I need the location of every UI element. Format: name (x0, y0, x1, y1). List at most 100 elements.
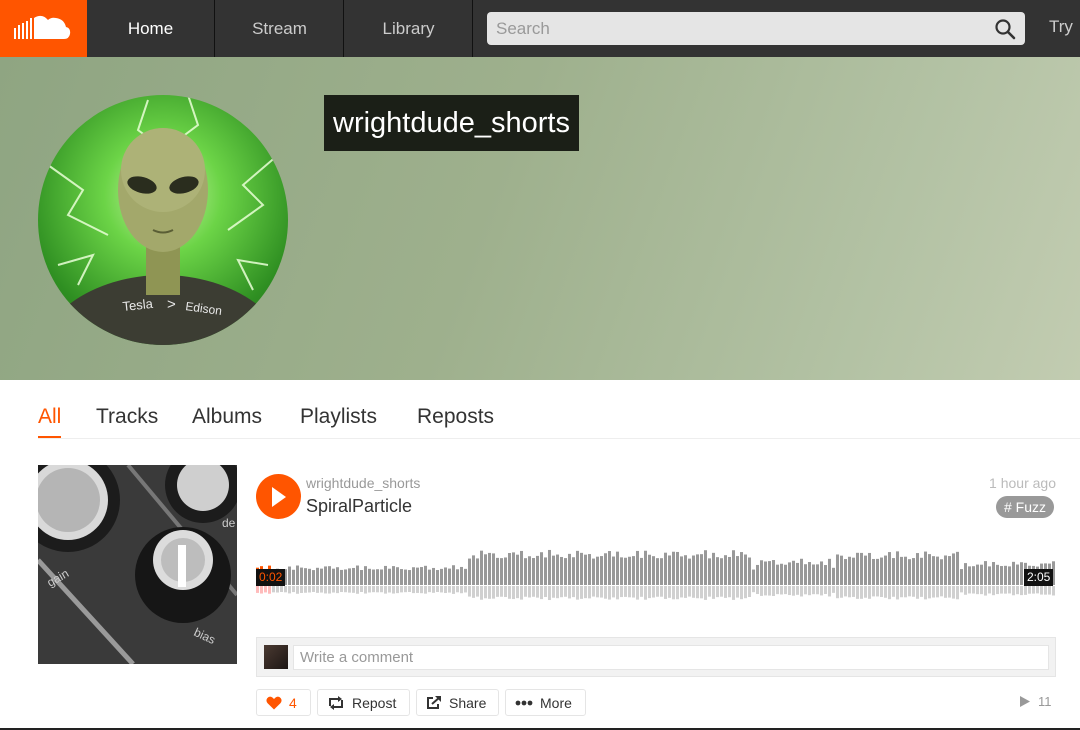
waveform-bar (348, 568, 351, 585)
tab-tracks[interactable]: Tracks (96, 405, 158, 438)
tab-reposts[interactable]: Reposts (417, 405, 494, 438)
waveform-reflection-bar (972, 586, 975, 594)
waveform-reflection-bar (624, 586, 627, 597)
play-button[interactable] (256, 474, 301, 519)
waveform-bar (756, 564, 759, 585)
nav-stream-label: Stream (252, 18, 307, 38)
waveform-bar (652, 556, 655, 585)
waveform-reflection-bar (736, 586, 739, 598)
waveform-reflection-bar (840, 586, 843, 598)
waveform-bar (532, 558, 535, 585)
waveform-bar (372, 569, 375, 585)
share-button[interactable]: Share (416, 689, 499, 716)
waveform-bar (828, 558, 831, 585)
waveform-reflection-bar (328, 586, 331, 594)
waveform-bar (788, 562, 791, 585)
track-uploader[interactable]: wrightdude_shorts (306, 475, 420, 491)
try-pro-link[interactable]: Try (1049, 17, 1073, 37)
tab-playlists[interactable]: Playlists (300, 405, 377, 438)
track-waveform[interactable] (256, 535, 1056, 607)
waveform-bar (868, 552, 871, 585)
nav-library[interactable]: Library (345, 0, 473, 57)
waveform-reflection-bar (388, 586, 391, 593)
waveform-reflection-bar (320, 586, 323, 593)
nav-stream[interactable]: Stream (216, 0, 344, 57)
profile-header: Tesla > Edison wrightdude_shorts (0, 57, 1080, 380)
waveform-reflection-bar (348, 586, 351, 593)
waveform-bar (556, 554, 559, 585)
play-count-icon (1020, 696, 1030, 707)
waveform-reflection-bar (372, 586, 375, 593)
waveform-bar (932, 556, 935, 585)
waveform-reflection-bar (492, 586, 495, 599)
waveform-reflection-bar (676, 586, 679, 600)
waveform-bar (980, 564, 983, 585)
waveform-bar (440, 568, 443, 585)
waveform-bar (820, 561, 823, 585)
genre-tag[interactable]: # Fuzz (996, 496, 1055, 518)
tab-all[interactable]: All (38, 405, 62, 438)
waveform-reflection-bar (844, 586, 847, 597)
waveform-reflection-bar (748, 586, 751, 597)
waveform-reflection-bar (740, 586, 743, 600)
search-input[interactable] (487, 12, 987, 45)
waveform-bar (500, 558, 503, 585)
waveform-reflection-bar (896, 586, 899, 600)
repost-button[interactable]: Repost (317, 689, 410, 716)
waveform-bar (840, 555, 843, 585)
waveform-reflection-bar (776, 586, 779, 595)
waveform-reflection-bar (1032, 586, 1035, 594)
waveform-bar (676, 551, 679, 585)
waveform-bar (588, 554, 591, 585)
waveform-reflection-bar (392, 586, 395, 594)
tab-albums[interactable]: Albums (192, 405, 262, 438)
waveform-bar (480, 550, 483, 585)
comment-input[interactable] (293, 645, 1049, 670)
waveform-bar (608, 551, 611, 585)
waveform-bar (580, 552, 583, 585)
waveform-bar (460, 566, 463, 585)
more-button[interactable]: More (505, 689, 586, 716)
waveform-bar (916, 553, 919, 585)
waveform-bar (800, 558, 803, 585)
waveform-reflection-bar (988, 586, 991, 594)
waveform-bar (392, 566, 395, 585)
waveform-bar (888, 552, 891, 585)
waveform-reflection-bar (720, 586, 723, 597)
waveform-bar (516, 554, 519, 585)
waveform-bar (912, 558, 915, 585)
waveform-bar (716, 557, 719, 585)
waveform-bar (628, 556, 631, 585)
waveform-bar (744, 554, 747, 585)
like-button[interactable]: 4 (256, 689, 311, 716)
waveform-reflection-bar (856, 586, 859, 599)
waveform-bar (784, 564, 787, 585)
waveform-bar (540, 552, 543, 585)
search-icon[interactable] (994, 18, 1016, 40)
more-dots-icon (515, 700, 533, 705)
track-artwork[interactable]: gain bias de (38, 465, 237, 664)
top-navigation: Home Stream Library Try (0, 0, 1080, 57)
waveform-reflection-bar (872, 586, 875, 597)
waveform-reflection-bar (852, 586, 855, 597)
waveform-reflection-bar (612, 586, 615, 598)
waveform-reflection-bar (732, 586, 735, 600)
soundcloud-logo[interactable] (0, 0, 87, 57)
waveform-bar (940, 559, 943, 585)
waveform-reflection-bar (584, 586, 587, 599)
waveform-bar (992, 562, 995, 585)
waveform-reflection-bar (540, 586, 543, 600)
nav-home[interactable]: Home (87, 0, 215, 57)
waveform-reflection-bar (816, 586, 819, 595)
profile-username: wrightdude_shorts (324, 95, 579, 151)
share-label: Share (449, 694, 487, 711)
waveform-bar (968, 566, 971, 585)
profile-avatar[interactable]: Tesla > Edison (38, 95, 288, 345)
track-title[interactable]: SpiralParticle (306, 496, 412, 517)
waveform-bar (808, 562, 811, 585)
waveform-reflection-bar (836, 586, 839, 599)
waveform-bar (984, 561, 987, 585)
waveform-bar (740, 552, 743, 585)
waveform-reflection-bar (460, 586, 463, 594)
waveform-bar (812, 564, 815, 585)
